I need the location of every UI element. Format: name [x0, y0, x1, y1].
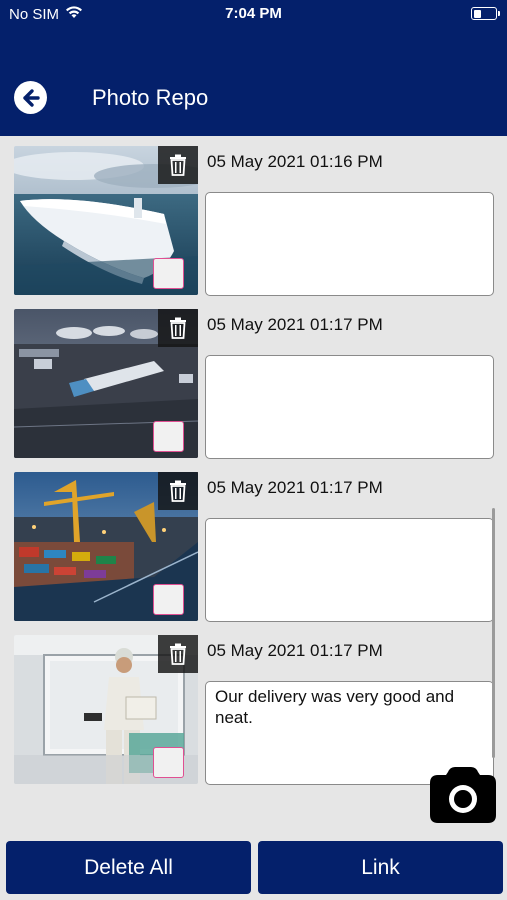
photo-comment-field[interactable] [205, 518, 494, 622]
select-photo-checkbox[interactable] [153, 258, 184, 289]
photo-comment-field[interactable] [205, 192, 494, 296]
back-button[interactable] [14, 81, 47, 114]
photo-row: 05 May 2021 01:17 PM [0, 625, 507, 788]
select-photo-checkbox[interactable] [153, 747, 184, 778]
footer-actions: Delete All Link [0, 826, 507, 900]
trash-icon [170, 643, 186, 665]
trash-icon [170, 317, 186, 339]
trash-icon [170, 480, 186, 502]
page-title: Photo Repo [92, 85, 209, 110]
status-time: 7:04 PM [225, 5, 282, 22]
app-header: No SIM 7:04 PM Photo Repo [0, 0, 507, 136]
trash-icon [170, 154, 186, 176]
delete-photo-button[interactable] [158, 146, 198, 184]
photo-timestamp: 05 May 2021 01:16 PM [207, 152, 383, 171]
arrow-left-icon [22, 88, 40, 107]
status-bar: No SIM 7:04 PM [0, 0, 507, 30]
camera-button[interactable] [430, 766, 496, 823]
delete-photo-button[interactable] [158, 309, 198, 347]
link-button[interactable]: Link [258, 841, 503, 894]
photo-comment-field[interactable] [205, 355, 494, 459]
photo-row: 05 May 2021 01:16 PM [0, 136, 507, 299]
scrollbar[interactable] [492, 508, 495, 758]
photo-timestamp: 05 May 2021 01:17 PM [207, 641, 383, 660]
select-photo-checkbox[interactable] [153, 584, 184, 615]
camera-icon [430, 767, 496, 823]
photo-timestamp: 05 May 2021 01:17 PM [207, 315, 383, 334]
delete-photo-button[interactable] [158, 635, 198, 673]
photo-timestamp: 05 May 2021 01:17 PM [207, 478, 383, 497]
delete-photo-button[interactable] [158, 472, 198, 510]
photo-list[interactable]: 05 May 2021 01:16 PM 05 May 2021 01:17 P… [0, 136, 507, 826]
photo-row: 05 May 2021 01:17 PM [0, 462, 507, 625]
photo-row: 05 May 2021 01:17 PM [0, 299, 507, 462]
battery-icon [471, 7, 500, 20]
battery-level [473, 9, 481, 18]
select-photo-checkbox[interactable] [153, 421, 184, 452]
delete-all-button[interactable]: Delete All [6, 841, 251, 894]
